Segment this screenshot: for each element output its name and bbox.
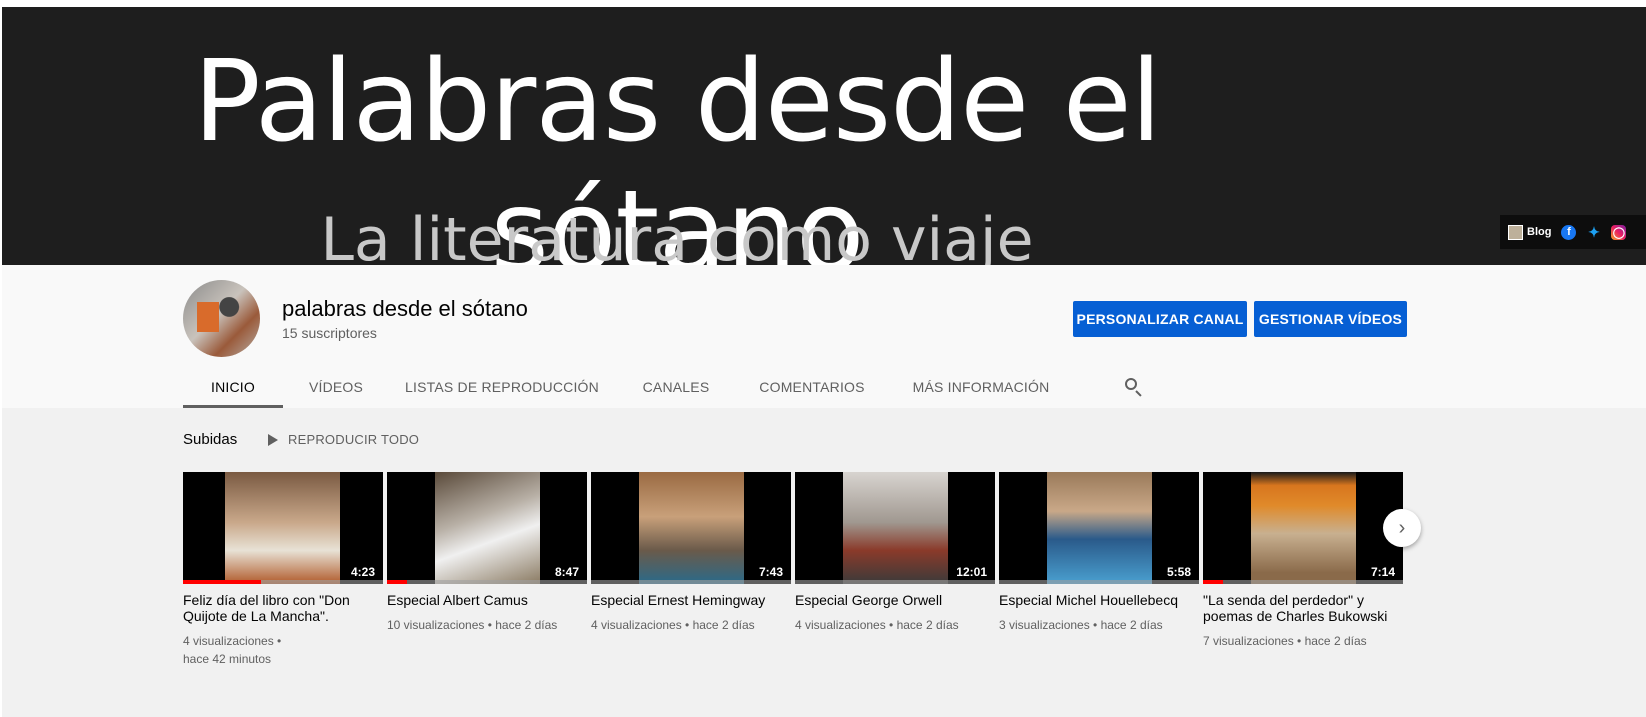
video-thumbnail[interactable]: 5:58 <box>999 472 1199 584</box>
video-card[interactable]: 12:01 Especial George Orwell 4 visualiza… <box>795 472 995 634</box>
video-title[interactable]: Especial Ernest Hemingway <box>591 592 791 608</box>
video-duration: 12:01 <box>952 564 991 580</box>
twitter-icon[interactable]: ✦ <box>1586 224 1601 240</box>
video-title[interactable]: Especial Albert Camus <box>387 592 587 608</box>
chevron-right-icon: › <box>1398 516 1406 539</box>
tab-about[interactable]: MÁS INFORMACIÓN <box>887 366 1075 408</box>
video-views: 4 visualizaciones • hace 2 días <box>591 618 755 632</box>
watch-progress-track <box>1203 580 1403 584</box>
watch-progress-track <box>387 580 587 584</box>
subscriber-count: 15 suscriptores <box>282 325 377 341</box>
blog-link-label: Blog <box>1527 226 1552 238</box>
tab-channels[interactable]: CANALES <box>615 366 737 408</box>
watch-progress-track <box>795 580 995 584</box>
video-duration: 4:23 <box>346 564 379 580</box>
play-all-label: REPRODUCIR TODO <box>288 432 420 447</box>
video-card[interactable]: 7:14 "La senda del perdedor" y poemas de… <box>1203 472 1403 650</box>
video-views: 10 visualizaciones • hace 2 días <box>387 618 558 632</box>
video-title[interactable]: Especial George Orwell <box>795 592 995 608</box>
manage-videos-button[interactable]: GESTIONAR VÍDEOS <box>1254 301 1407 337</box>
watch-progress-bar <box>1203 580 1223 584</box>
tab-videos[interactable]: VÍDEOS <box>283 366 389 408</box>
banner-subtitle: La literatura como viaje <box>320 205 1034 265</box>
blog-link[interactable]: Blog <box>1508 224 1552 240</box>
video-title[interactable]: Especial Michel Houellebecq <box>999 592 1199 608</box>
channel-content: Subidas REPRODUCIR TODO 4:23 Feliz día d… <box>2 408 1646 717</box>
channel-header: palabras desde el sótano 15 suscriptores… <box>2 265 1646 408</box>
search-icon[interactable] <box>1115 366 1151 408</box>
instagram-icon[interactable]: ◯ <box>1611 224 1627 240</box>
customize-channel-button[interactable]: PERSONALIZAR CANAL <box>1073 301 1247 337</box>
facebook-icon[interactable]: f <box>1561 224 1577 240</box>
video-views: 4 visualizaciones • hace 2 días <box>795 618 959 632</box>
video-views: 7 visualizaciones • hace 2 días <box>1203 634 1367 648</box>
video-age: hace 42 minutos <box>183 652 272 666</box>
video-card[interactable]: 4:23 Feliz día del libro con "Don Quijot… <box>183 472 383 668</box>
watch-progress-bar <box>387 580 407 584</box>
channel-banner: Palabras desde el sótano La literatura c… <box>2 7 1646 265</box>
video-thumbnail[interactable]: 12:01 <box>795 472 995 584</box>
video-duration: 7:43 <box>754 564 787 580</box>
banner-links: Blog f ✦ ◯ <box>1500 215 1646 249</box>
tab-inicio[interactable]: INICIO <box>183 366 283 408</box>
video-title[interactable]: Feliz día del libro con "Don Quijote de … <box>183 592 383 624</box>
video-views: 3 visualizaciones • hace 2 días <box>999 618 1163 632</box>
video-thumbnail[interactable]: 4:23 <box>183 472 383 584</box>
video-thumbnail[interactable]: 7:43 <box>591 472 791 584</box>
play-all-button[interactable]: REPRODUCIR TODO <box>268 432 419 447</box>
video-card[interactable]: 8:47 Especial Albert Camus 10 visualizac… <box>387 472 587 634</box>
shelf-title[interactable]: Subidas <box>183 431 237 448</box>
video-thumbnail[interactable]: 8:47 <box>387 472 587 584</box>
video-views: 4 visualizaciones • <box>183 634 282 648</box>
channel-tabs: INICIO VÍDEOS LISTAS DE REPRODUCCIÓN CAN… <box>183 366 1151 408</box>
blog-icon <box>1508 224 1523 240</box>
video-thumbnail[interactable]: 7:14 <box>1203 472 1403 584</box>
play-icon <box>268 433 278 446</box>
video-title[interactable]: "La senda del perdedor" y poemas de Char… <box>1203 592 1403 624</box>
video-card[interactable]: 7:43 Especial Ernest Hemingway 4 visuali… <box>591 472 791 634</box>
watch-progress-track <box>591 580 791 584</box>
watch-progress-bar <box>183 580 261 584</box>
video-card[interactable]: 5:58 Especial Michel Houellebecq 3 visua… <box>999 472 1199 634</box>
shelf-next-button[interactable]: › <box>1383 509 1421 547</box>
channel-name: palabras desde el sótano <box>282 296 528 321</box>
tab-comments[interactable]: COMENTARIOS <box>737 366 887 408</box>
video-duration: 8:47 <box>550 564 583 580</box>
video-duration: 5:58 <box>1162 564 1195 580</box>
video-duration: 7:14 <box>1366 564 1399 580</box>
channel-avatar[interactable] <box>183 280 260 357</box>
tab-playlists[interactable]: LISTAS DE REPRODUCCIÓN <box>389 366 615 408</box>
watch-progress-track <box>999 580 1199 584</box>
